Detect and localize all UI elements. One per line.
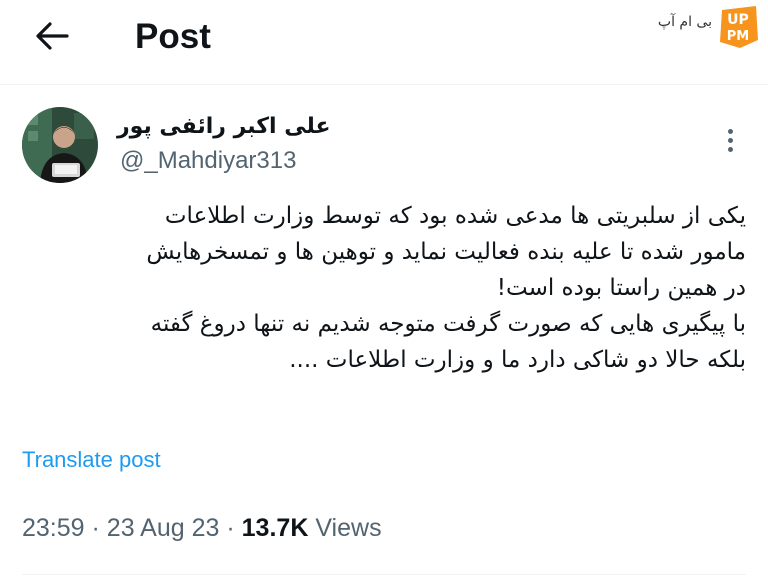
more-vertical-icon-dot [727, 128, 733, 134]
post-time[interactable]: 23:59 [22, 514, 85, 542]
watermark-text: بی ام آپ [657, 14, 712, 30]
avatar-image [22, 107, 98, 183]
tweet-text-line: بلکه حالا دو شاکی دارد ما و وزارت اطلاعا… [289, 347, 746, 373]
svg-text:UP: UP [727, 12, 749, 28]
post-date[interactable]: 23 Aug 23 [107, 514, 220, 542]
avatar[interactable] [22, 107, 98, 183]
tweet-text-line: در همین راستا بوده است! [496, 275, 746, 301]
meta-separator: · [91, 514, 100, 542]
tweet-text-line: یکی از سلبریتی ها مدعی شده بود که توسط و… [164, 203, 746, 229]
back-button[interactable] [30, 16, 74, 56]
author-name[interactable]: علی اکبر رائفی پور [117, 114, 331, 139]
divider [22, 574, 746, 575]
arrow-left-icon [36, 22, 69, 50]
author-handle[interactable]: @_Mahdiyar313 [120, 147, 296, 175]
post-meta: 23:59 · 23 Aug 23 · 13.7K Views [22, 514, 382, 543]
tweet-text-line: مامور شده تا علیه بنده فعالیت نماید و تو… [146, 239, 746, 265]
upm-logo-icon: UP PM [720, 6, 758, 48]
tweet-text-line: با پیگیری هایی که صورت گرفت متوجه شدیم ن… [150, 311, 746, 337]
page-title: Post [135, 17, 211, 56]
post-page: Post بی ام آپ UP PM علی اکبر رائفی پور @… [0, 0, 768, 577]
more-vertical-icon-dot [727, 146, 733, 152]
more-options-button[interactable] [718, 125, 742, 155]
meta-separator: · [226, 514, 235, 542]
translate-post-link[interactable]: Translate post [22, 447, 161, 473]
tweet-text: یکی از سلبریتی ها مدعی شده بود که توسط و… [26, 198, 746, 378]
views-count[interactable]: 13.7K [242, 514, 309, 542]
views-label: Views [315, 514, 382, 542]
more-vertical-icon-dot [727, 137, 733, 143]
svg-text:PM: PM [727, 29, 749, 44]
post-header: Post بی ام آپ UP PM [0, 0, 768, 85]
watermark: بی ام آپ UP PM [652, 2, 762, 54]
